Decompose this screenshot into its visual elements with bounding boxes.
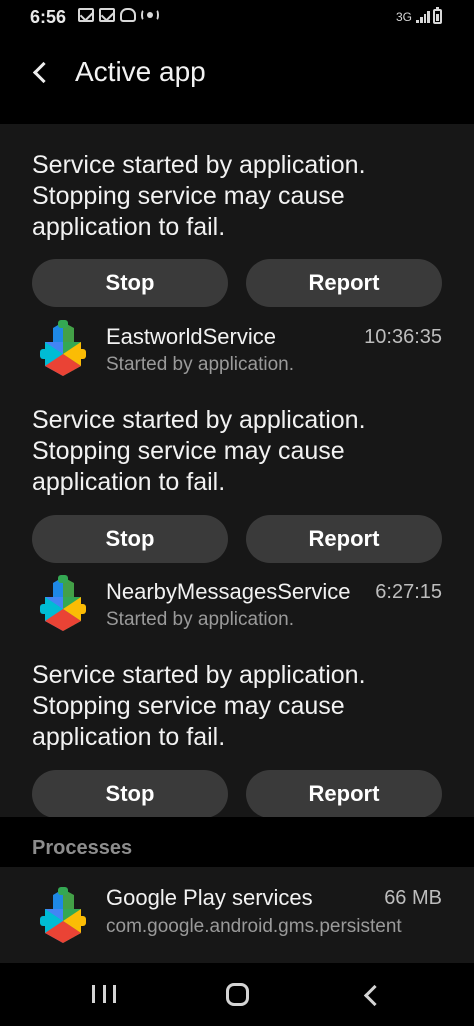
stop-button[interactable]: Stop: [32, 770, 228, 817]
service-name: NearbyMessagesService: [106, 579, 351, 604]
report-button[interactable]: Report: [246, 770, 442, 817]
network-type-label: 3G: [395, 10, 412, 24]
hotspot-icon: [141, 8, 159, 22]
stop-button[interactable]: Stop: [32, 259, 228, 307]
service-warning-text: Service started by application. Stopping…: [32, 661, 366, 751]
service-item-nearby-messages[interactable]: NearbyMessagesService Started by applica…: [0, 575, 474, 637]
google-play-services-icon: [40, 575, 86, 631]
service-status: Started by application.: [106, 609, 295, 630]
service-warning-text: Service started by application. Stopping…: [32, 151, 366, 241]
process-item-google-play-services[interactable]: Google Play services com.google.android.…: [0, 867, 474, 963]
service-time: 10:36:35: [364, 326, 442, 348]
process-name: Google Play services: [106, 885, 313, 910]
nav-back-button[interactable]: [360, 983, 382, 1007]
process-memory-size: 66 MB: [384, 887, 442, 909]
stop-button[interactable]: Stop: [32, 515, 228, 563]
service-status: Started by application.: [106, 354, 295, 375]
back-button[interactable]: [26, 56, 56, 86]
processes-label: Processes: [32, 837, 133, 859]
battery-icon: [433, 7, 442, 24]
processes-section-header: Processes: [0, 817, 474, 867]
status-time: 6:56: [30, 7, 67, 27]
gmail-icon: [78, 8, 94, 22]
service-time: 6:27:15: [375, 581, 442, 603]
service-warning-text: Service started by application. Stopping…: [32, 406, 366, 496]
notification-icons: [78, 8, 159, 22]
app-bar: Active app: [0, 34, 474, 124]
gmail-icon: [99, 8, 115, 22]
services-list[interactable]: Service started by application. Stopping…: [0, 124, 474, 817]
process-package: com.google.android.gms.persistent: [106, 916, 402, 937]
report-button[interactable]: Report: [246, 515, 442, 563]
home-button[interactable]: [226, 983, 249, 1006]
recents-icon: [92, 985, 95, 1003]
google-play-services-icon: [40, 887, 86, 943]
navigation-bar: [0, 963, 474, 1026]
service-item-eastworld[interactable]: EastworldService Started by application.…: [0, 320, 474, 382]
status-bar: 6:56 3G: [0, 0, 474, 34]
service-name: EastworldService: [106, 324, 276, 349]
report-button[interactable]: Report: [246, 259, 442, 307]
recents-button[interactable]: [92, 985, 116, 1005]
incognito-icon: [120, 8, 136, 22]
signal-icon: [416, 10, 430, 23]
page-title: Active app: [75, 56, 206, 87]
google-play-services-icon: [40, 320, 86, 376]
